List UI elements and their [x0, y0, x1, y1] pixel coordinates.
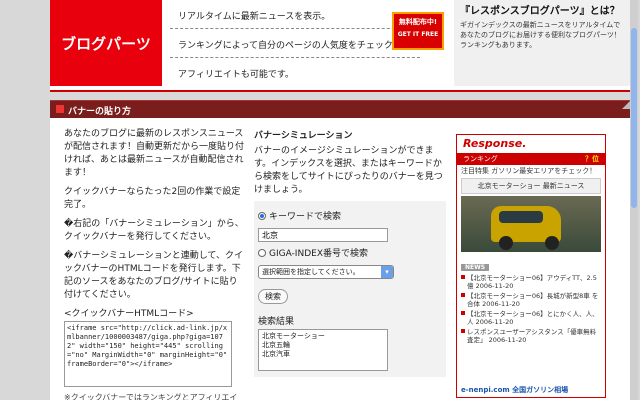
wheel-shape — [545, 236, 559, 250]
instructions-column: あなたのブログに最新のレスポンスニュースが配信されます！自動更新だから一度貼り付… — [64, 128, 244, 400]
keyword-radio[interactable] — [258, 211, 266, 220]
ranking-value: ？位 — [585, 155, 599, 163]
section-header: バナーの貼り方 — [50, 100, 630, 118]
vertical-scrollbar[interactable] — [630, 0, 638, 400]
feature-item: アフィリエイトも可能です。 — [178, 70, 294, 80]
results-listbox[interactable]: 北京モーターショー 北京五輪 北京汽車 — [258, 329, 388, 371]
simulation-description: バナーのイメージシミュレーションができます。インデックスを選択、またはキーワード… — [254, 146, 443, 195]
badge-main-text: 無料配布中! — [398, 18, 438, 26]
pickup-link[interactable]: 注目特集 ガソリン最安エリアをチェック！ — [457, 165, 605, 178]
ranking-bar: ランキング ？位 — [457, 153, 605, 165]
news-item[interactable]: 【北京モーターショー06】アウディTT、2.5億 2006-11-20 — [457, 273, 605, 291]
range-select-value: 選択範囲を指定してください。 — [262, 268, 360, 276]
news-item[interactable]: 【北京モーターショー06】長城が新型8車 を合体 2006-11-20 — [457, 291, 605, 309]
result-item[interactable]: 北京汽車 — [262, 350, 384, 359]
badge-sub-text: GET IT FREE — [397, 31, 439, 38]
giga-index-radio[interactable] — [258, 248, 266, 257]
news-item[interactable]: レスポンスユーザーアシスタンス「優車無料査定」 2006-11-20 — [457, 327, 605, 345]
logo-text: ブログパーツ — [61, 34, 151, 53]
giga-index-search-option[interactable]: GIGA-INDEX番号で検索 — [258, 246, 442, 259]
simulation-title: バナーシミュレーション — [254, 131, 353, 141]
scrollbar-thumb[interactable] — [631, 28, 637, 208]
banner-preview[interactable]: Response. ランキング ？位 注目特集 ガソリン最安エリアをチェック！ … — [456, 134, 606, 398]
response-logo[interactable]: Response. — [457, 135, 605, 153]
blog-parts-logo[interactable]: ブログパーツ — [50, 0, 162, 86]
keyword-input[interactable] — [258, 228, 388, 242]
corner-triangle-icon — [622, 101, 630, 109]
chevron-down-icon: ▾ — [381, 266, 393, 278]
code-note: ※クイックバナーではランキングとアフィリエイト — [64, 393, 238, 400]
free-distribution-badge[interactable]: 無料配布中! GET IT FREE — [392, 12, 444, 50]
html-code-textarea[interactable]: <iframe src="http://click.ad-link.jp/xml… — [64, 321, 232, 387]
news-tag: NEWS — [461, 264, 490, 271]
car-photo[interactable] — [461, 196, 601, 252]
keyword-search-option[interactable]: キーワードで検索 — [258, 209, 442, 222]
quick-banner-paragraph: クイックバナーならたった2回の作業で設定完了。 — [64, 187, 241, 210]
keyword-radio-label: キーワードで検索 — [269, 212, 342, 222]
giga-index-radio-label: GIGA-INDEX番号で検索 — [269, 249, 368, 259]
main-content: あなたのブログに最新のレスポンスニュースが配信されます！自動更新だから一度貼り付… — [50, 118, 630, 400]
about-body: ギガインデックスの最新ニュースをリアルタイムであなたのブログにお届けする便利なブ… — [460, 21, 621, 49]
news-heading[interactable]: 北京モーターショー 最新ニュース — [461, 178, 601, 194]
feature-item: ランキングによって自分のページの人気度をチェック！ — [170, 29, 420, 58]
section-marker-icon — [56, 105, 64, 113]
code-label: <クイックバナーHTMLコード> — [64, 309, 194, 319]
results-title: 検索結果 — [258, 317, 295, 327]
about-box: 『レスポンスブログパーツ』とは？ ギガインデックスの最新ニュースをリアルタイムで… — [454, 0, 630, 86]
enenpi-footer-link[interactable]: e-nenpi.com 全国ガソリン相場 — [461, 385, 568, 395]
header-area: ブログパーツ リアルタイムに最新ニュースを表示。 ランキングによって自分のページ… — [50, 0, 630, 90]
result-item[interactable]: 北京モーターショー — [262, 332, 384, 341]
simulation-column: バナーシミュレーション バナーのイメージシミュレーションができます。インデックス… — [254, 128, 446, 377]
feature-item: リアルタイムに最新ニュースを表示。 — [170, 0, 420, 29]
search-panel: キーワードで検索 GIGA-INDEX番号で検索 選択範囲を指定してください。 … — [254, 201, 446, 377]
feature-list: リアルタイムに最新ニュースを表示。 ランキングによって自分のページの人気度をチェ… — [170, 0, 420, 88]
step-two-paragraph: �バナーシミュレーションと連動して、クイックバナーのHTMLコードを発行します。… — [64, 251, 243, 300]
intro-paragraph: あなたのブログに最新のレスポンスニュースが配信されます！自動更新だから一度貼り付… — [64, 129, 245, 178]
section-title: バナーの貼り方 — [68, 107, 132, 117]
range-select[interactable]: 選択範囲を指定してください。 ▾ — [258, 265, 394, 279]
news-item[interactable]: 【北京モーターショー06】とにかく人、人、人 2006-11-20 — [457, 309, 605, 327]
ranking-label: ランキング — [463, 155, 498, 163]
about-title: 『レスポンスブログパーツ』とは？ — [460, 6, 620, 17]
header-divider — [50, 90, 630, 92]
step-one-paragraph: �右記の「バナーシミュレーション」から、クイックバナーを発行してください。 — [64, 219, 244, 242]
search-button[interactable]: 検索 — [258, 289, 288, 304]
result-item[interactable]: 北京五輪 — [262, 341, 384, 350]
wheel-shape — [499, 236, 513, 250]
